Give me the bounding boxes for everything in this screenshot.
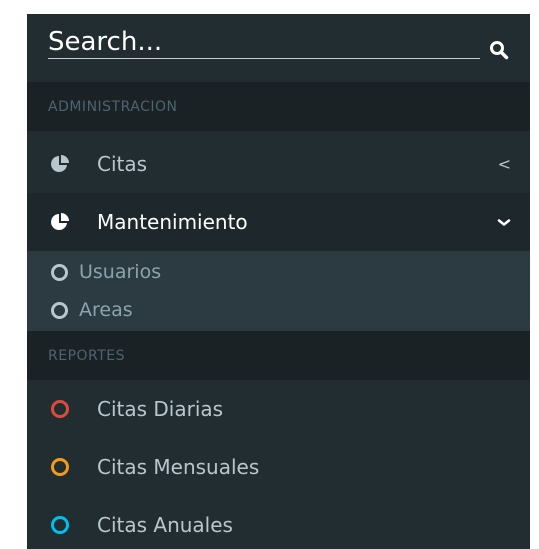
angle-left-icon: < [497, 154, 511, 174]
menu-item-citas-diarias[interactable]: Citas Diarias [27, 380, 530, 438]
submenu-item-label: Usuarios [79, 261, 162, 283]
menu-item-citas[interactable]: Citas < [27, 135, 530, 193]
menu-header-reportes: REPORTES [27, 331, 530, 380]
menu-item-mantenimiento[interactable]: Mantenimiento [27, 193, 530, 251]
menu-item-label: Citas Mensuales [97, 455, 260, 479]
menu-item-label: Citas Diarias [97, 397, 224, 421]
menu-item-citas-mensuales[interactable]: Citas Mensuales [27, 438, 530, 496]
pie-chart-icon [50, 154, 70, 174]
menu-header-administracion: ADMINISTRACION [27, 82, 530, 131]
search-input[interactable] [48, 26, 476, 58]
search-underline [48, 58, 480, 59]
menu-item-label: Mantenimiento [97, 210, 248, 234]
menu-item-citas-anuales[interactable]: Citas Anuales [27, 496, 530, 549]
submenu-mantenimiento: Usuarios Areas [27, 251, 530, 331]
chevron-down-icon [497, 213, 511, 232]
submenu-item-areas[interactable]: Areas [27, 291, 530, 329]
circle-outline-icon [50, 399, 70, 419]
submenu-item-label: Areas [79, 299, 133, 321]
sidebar: ADMINISTRACION Citas < Mantenimiento [27, 14, 530, 549]
submenu-item-usuarios[interactable]: Usuarios [27, 253, 530, 291]
menu-item-label: Citas Anuales [97, 513, 233, 537]
circle-outline-icon [51, 302, 68, 319]
sidebar-search-form [27, 14, 530, 82]
circle-outline-icon [50, 515, 70, 535]
search-button[interactable] [485, 36, 513, 64]
circle-outline-icon [51, 264, 68, 281]
circle-outline-icon [50, 457, 70, 477]
menu-item-label: Citas [97, 152, 148, 176]
pie-chart-icon [50, 212, 70, 232]
search-icon [490, 41, 509, 60]
